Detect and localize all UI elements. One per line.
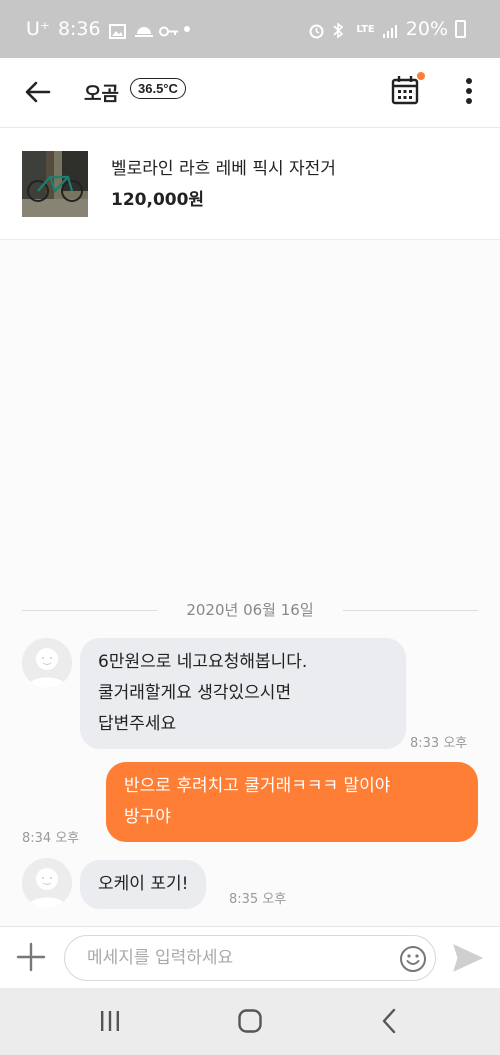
- key-icon: [158, 22, 178, 37]
- product-title: 벨로라인 라흐 레베 픽시 자전거: [111, 159, 336, 179]
- attach-button[interactable]: [16, 942, 46, 972]
- gallery-icon: [108, 22, 126, 39]
- send-icon: [453, 944, 484, 972]
- message-time: 8:33 오후: [410, 736, 468, 751]
- battery-percent: 20%: [405, 18, 448, 40]
- smiley-icon: [400, 946, 426, 972]
- alarm-icon: [308, 22, 325, 38]
- battery-icon: [455, 20, 466, 38]
- recent-apps-button[interactable]: [95, 1006, 125, 1036]
- default-profile-icon: [22, 638, 72, 688]
- date-separator: 2020년 06월 16일: [22, 598, 478, 622]
- calendar-notification-dot: [417, 72, 425, 80]
- signal-icon: [382, 22, 399, 38]
- message-time: 8:34 오후: [22, 831, 80, 846]
- message-bubble-received: 6만원으로 네고요청해봅니다. 쿨거래할게요 생각있으시면 답변주세요: [80, 638, 406, 749]
- message-line: 반으로 후려치고 쿨거래ㅋㅋㅋ 말이야: [124, 776, 391, 796]
- system-navigation-bar: [0, 988, 500, 1055]
- plus-icon: [16, 942, 46, 972]
- message-bubble-sent: 반으로 후려치고 쿨거래ㅋㅋㅋ 말이야 방구야: [106, 762, 478, 842]
- bluetooth-icon: [332, 21, 349, 39]
- product-price: 120,000원: [111, 190, 205, 210]
- message-line: 방구야: [124, 807, 171, 827]
- chat-messages-area[interactable]: 2020년 06월 16일 6만원으로 네고요청해봅니다. 쿨거래할게요 생각있…: [0, 240, 500, 926]
- chevron-left-icon: [382, 1008, 396, 1034]
- home-icon: [238, 1009, 262, 1033]
- bicycle-photo-icon: [22, 151, 88, 217]
- chat-header: 오곰 36.5°C: [0, 58, 500, 128]
- manner-temperature-badge: 36.5°C: [130, 78, 186, 99]
- status-bar: U⁺ 8:36 LTE 20%: [0, 0, 500, 58]
- message-input-bar: [0, 926, 500, 988]
- emoji-button[interactable]: [399, 945, 427, 973]
- network-label: LTE: [356, 23, 375, 35]
- product-thumbnail[interactable]: [22, 151, 88, 217]
- message-input-container[interactable]: [64, 935, 436, 981]
- message-line: 답변주세요: [98, 714, 177, 734]
- message-time: 8:35 오후: [229, 892, 287, 907]
- more-options-button[interactable]: [456, 74, 482, 108]
- message-input[interactable]: [87, 936, 387, 980]
- message-line: 6만원으로 네고요청해봅니다.: [98, 652, 308, 672]
- avatar[interactable]: [22, 858, 72, 908]
- notification-dot-icon: [183, 26, 190, 32]
- avatar[interactable]: [22, 638, 72, 688]
- weather-icon: [134, 22, 153, 37]
- recents-icon: [101, 1011, 119, 1031]
- product-info-bar[interactable]: 벨로라인 라흐 레베 픽시 자전거 120,000원: [0, 128, 500, 240]
- send-button[interactable]: [452, 943, 484, 973]
- back-button[interactable]: [22, 76, 54, 108]
- default-profile-icon: [22, 858, 72, 908]
- chat-partner-name[interactable]: 오곰: [84, 79, 119, 106]
- system-back-button[interactable]: [375, 1006, 405, 1036]
- arrow-left-icon: [25, 81, 51, 103]
- clock: 8:36: [57, 18, 101, 40]
- message-line: 오케이 포기!: [98, 874, 189, 894]
- carrier-label: U⁺: [26, 18, 50, 40]
- home-button[interactable]: [235, 1006, 265, 1036]
- message-line: 쿨거래할게요 생각있으시면: [98, 683, 292, 703]
- more-vertical-icon: [466, 78, 472, 104]
- calendar-icon: [391, 76, 419, 105]
- message-bubble-received: 오케이 포기!: [80, 860, 207, 909]
- schedule-button[interactable]: [390, 74, 422, 108]
